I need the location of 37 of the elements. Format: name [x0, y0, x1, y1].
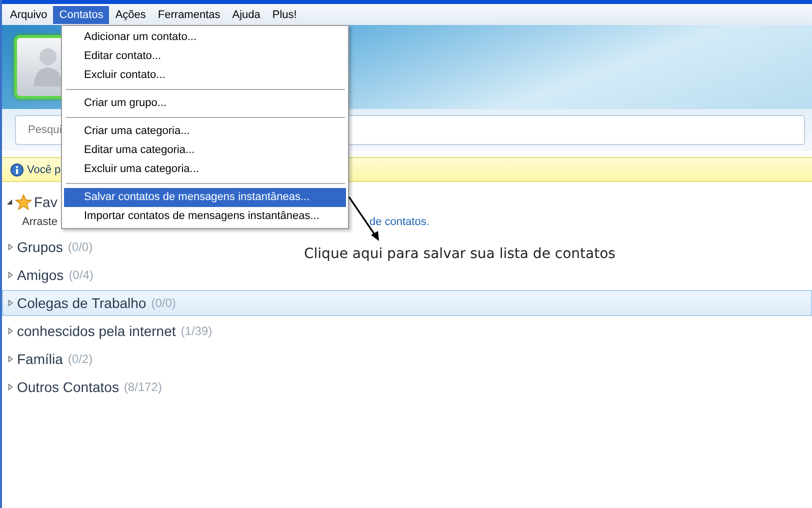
hint-link[interactable]: de contatos.	[369, 216, 430, 228]
group-row[interactable]: Grupos (0/0)	[2, 234, 94, 260]
menu-title[interactable]: Plus!	[266, 6, 303, 24]
menu-item[interactable]: Criar uma categoria...	[64, 122, 346, 141]
menu-item[interactable]: Adicionar um contato...	[64, 28, 346, 47]
menu-item[interactable]: Editar contato...	[64, 47, 346, 66]
group-count: (0/0)	[68, 240, 93, 254]
group-row[interactable]: Amigos (0/4)	[2, 262, 94, 288]
group-count: (0/2)	[68, 352, 93, 366]
hint-text: Arraste	[22, 216, 58, 228]
group-name: conhescidos pela internet	[17, 323, 176, 339]
group-row[interactable]: conhescidos pela internet (1/39)	[2, 318, 214, 344]
menu-item[interactable]: Criar um grupo...	[64, 94, 346, 113]
group-row[interactable]: Família (0/2)	[2, 346, 94, 372]
group-name[interactable]: Fav	[34, 194, 58, 210]
group-count: (0/0)	[151, 296, 176, 310]
menu-title[interactable]: Contatos	[53, 6, 110, 24]
group-name: Amigos	[17, 267, 64, 283]
menu-item[interactable]: Excluir contato...	[64, 66, 346, 85]
menu-item[interactable]: Excluir uma categoria...	[64, 160, 346, 179]
group-name: Família	[17, 351, 63, 367]
group-row[interactable]: Colegas de Trabalho (0/0)	[2, 290, 812, 316]
info-text: Você p	[27, 164, 61, 176]
group-name: Colegas de Trabalho	[17, 295, 146, 311]
group-name: Outros Contatos	[17, 379, 119, 395]
menu-title[interactable]: Ajuda	[226, 6, 266, 24]
menu-title[interactable]: Ferramentas	[152, 6, 226, 24]
annotation-text: Clique aqui para salvar sua lista de contatos	[304, 246, 616, 262]
group-count: (1/39)	[180, 324, 212, 338]
menu-item[interactable]: Salvar contatos de mensagens instantâneas...	[64, 188, 346, 207]
group-row[interactable]: Outros Contatos (8/172)	[2, 374, 163, 400]
menu-item[interactable]: Importar contatos de mensagens instantâneas...	[64, 207, 346, 226]
group-name: Grupos	[17, 239, 63, 255]
group-count: (0/4)	[68, 268, 94, 282]
menu-title[interactable]: Arquivo	[4, 6, 54, 24]
group-count: (8/172)	[124, 380, 162, 394]
menu-title[interactable]: Ações	[109, 6, 152, 24]
